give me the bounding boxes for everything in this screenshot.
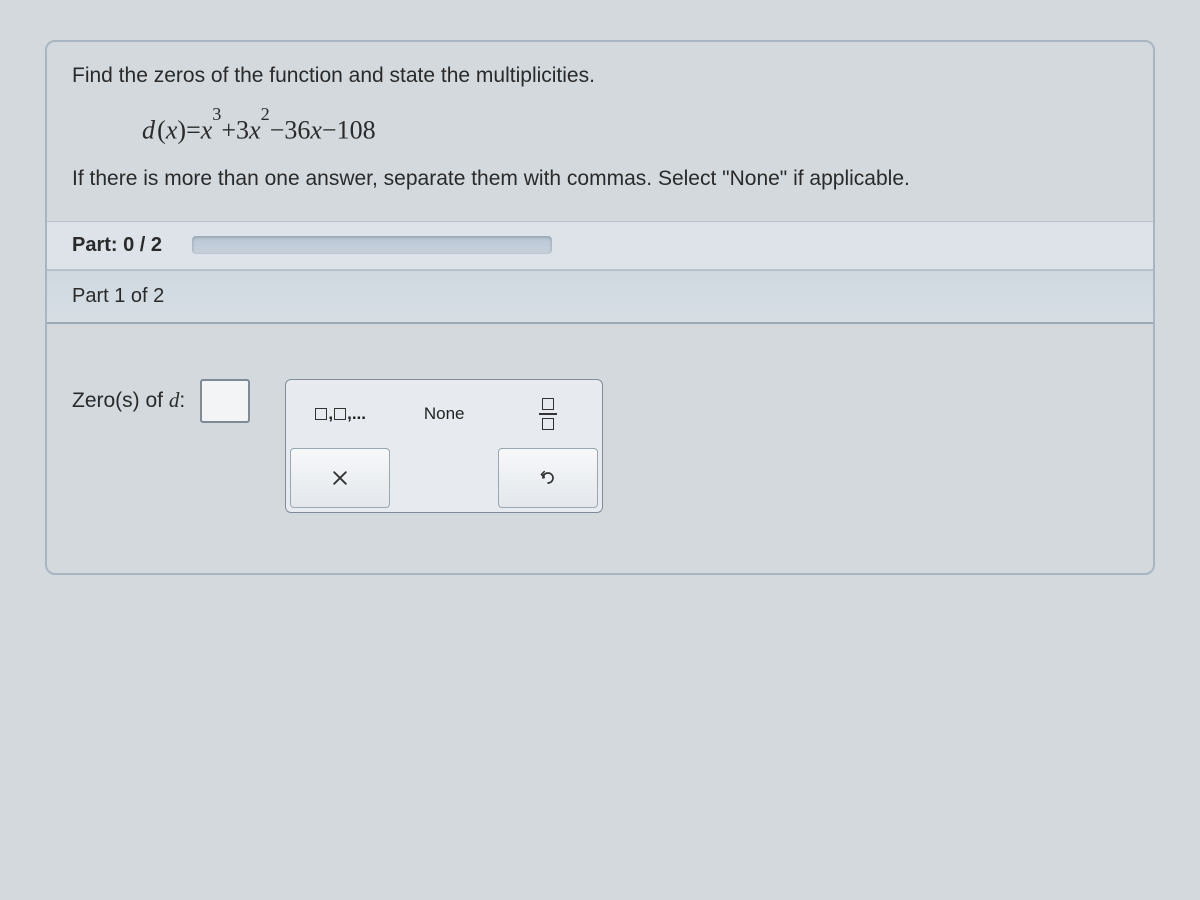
answer-input[interactable] — [200, 379, 250, 423]
none-button[interactable]: None — [394, 384, 494, 444]
question-container: Find the zeros of the function and state… — [45, 40, 1155, 575]
placeholder-icon — [315, 408, 327, 420]
fraction-template-button[interactable] — [498, 384, 598, 444]
part-header: Part 1 of 2 — [47, 270, 1153, 324]
answer-prompt-label: Zero(s) of d: — [72, 388, 185, 413]
list-template-button[interactable]: ,,... — [290, 384, 390, 444]
math-toolbox: ,,... None — [285, 379, 603, 513]
placeholder-icon — [542, 398, 554, 410]
part-body: Zero(s) of d: ,,... None — [47, 324, 1153, 573]
instruction-text: If there is more than one answer, separa… — [47, 163, 1153, 221]
undo-icon — [538, 468, 558, 488]
undo-button[interactable] — [498, 448, 598, 508]
part-progress-label: Part: 0 / 2 — [72, 234, 162, 257]
toolbox-spacer — [394, 448, 494, 508]
progress-bar — [192, 236, 552, 254]
clear-button[interactable] — [290, 448, 390, 508]
placeholder-icon — [334, 408, 346, 420]
placeholder-icon — [542, 418, 554, 430]
part-progress-row: Part: 0 / 2 — [47, 221, 1153, 270]
function-equation: d (x)=x3+3x2−36x−108 — [47, 103, 1153, 164]
question-text: Find the zeros of the function and state… — [47, 42, 1153, 103]
x-icon — [330, 468, 350, 488]
answer-prompt-area: Zero(s) of d: — [72, 379, 250, 423]
